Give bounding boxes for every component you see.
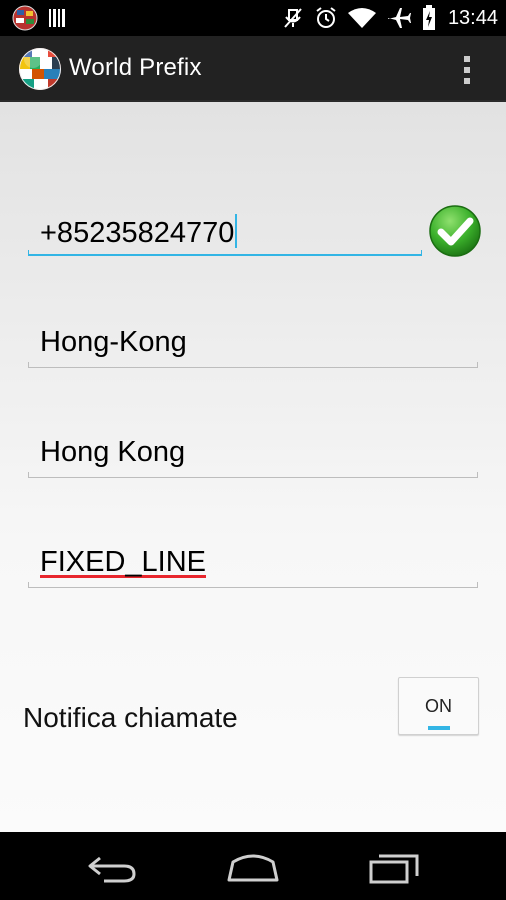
main-content: +85235824770 Hong-Kong Hong Kong FIXED_L…: [0, 102, 506, 832]
notifica-chiamate-toggle[interactable]: ON: [398, 677, 479, 735]
mute-icon: [284, 8, 302, 28]
app-flags-icon: [12, 5, 38, 31]
home-icon[interactable]: [223, 850, 283, 884]
country-field[interactable]: Hong Kong: [28, 424, 478, 478]
navigation-bar: [0, 832, 506, 900]
phone-number-value: +85235824770: [40, 217, 235, 249]
status-bar: 13:44: [0, 0, 506, 36]
phone-number-underline: [28, 250, 422, 256]
overflow-menu-icon[interactable]: [452, 50, 482, 90]
country-value: Hong Kong: [40, 436, 186, 468]
toggle-state-label: ON: [425, 696, 452, 716]
action-bar: World Prefix: [0, 36, 506, 102]
status-time: 13:44: [447, 6, 498, 29]
battery-icon: [422, 5, 435, 30]
phone-number-input[interactable]: +85235824770: [28, 202, 422, 256]
region-value: Hong-Kong: [40, 326, 187, 358]
alarm-icon: [316, 7, 336, 28]
recent-apps-icon[interactable]: [365, 850, 425, 884]
wifi-icon: [347, 8, 376, 28]
line-type-field[interactable]: FIXED_LINE: [28, 534, 478, 588]
line-type-value: FIXED_LINE: [40, 546, 206, 578]
app-title: World Prefix: [69, 54, 202, 81]
text-cursor: [235, 214, 238, 248]
checkmark-icon[interactable]: [428, 204, 482, 258]
barcode-icon: [49, 9, 65, 27]
back-icon[interactable]: [84, 850, 144, 884]
airplane-icon: [387, 8, 411, 28]
toggle-indicator: [428, 726, 450, 730]
region-field[interactable]: Hong-Kong: [28, 314, 478, 368]
app-logo-globe-icon: [19, 48, 61, 90]
notifica-chiamate-label: Notifica chiamate: [23, 702, 238, 733]
